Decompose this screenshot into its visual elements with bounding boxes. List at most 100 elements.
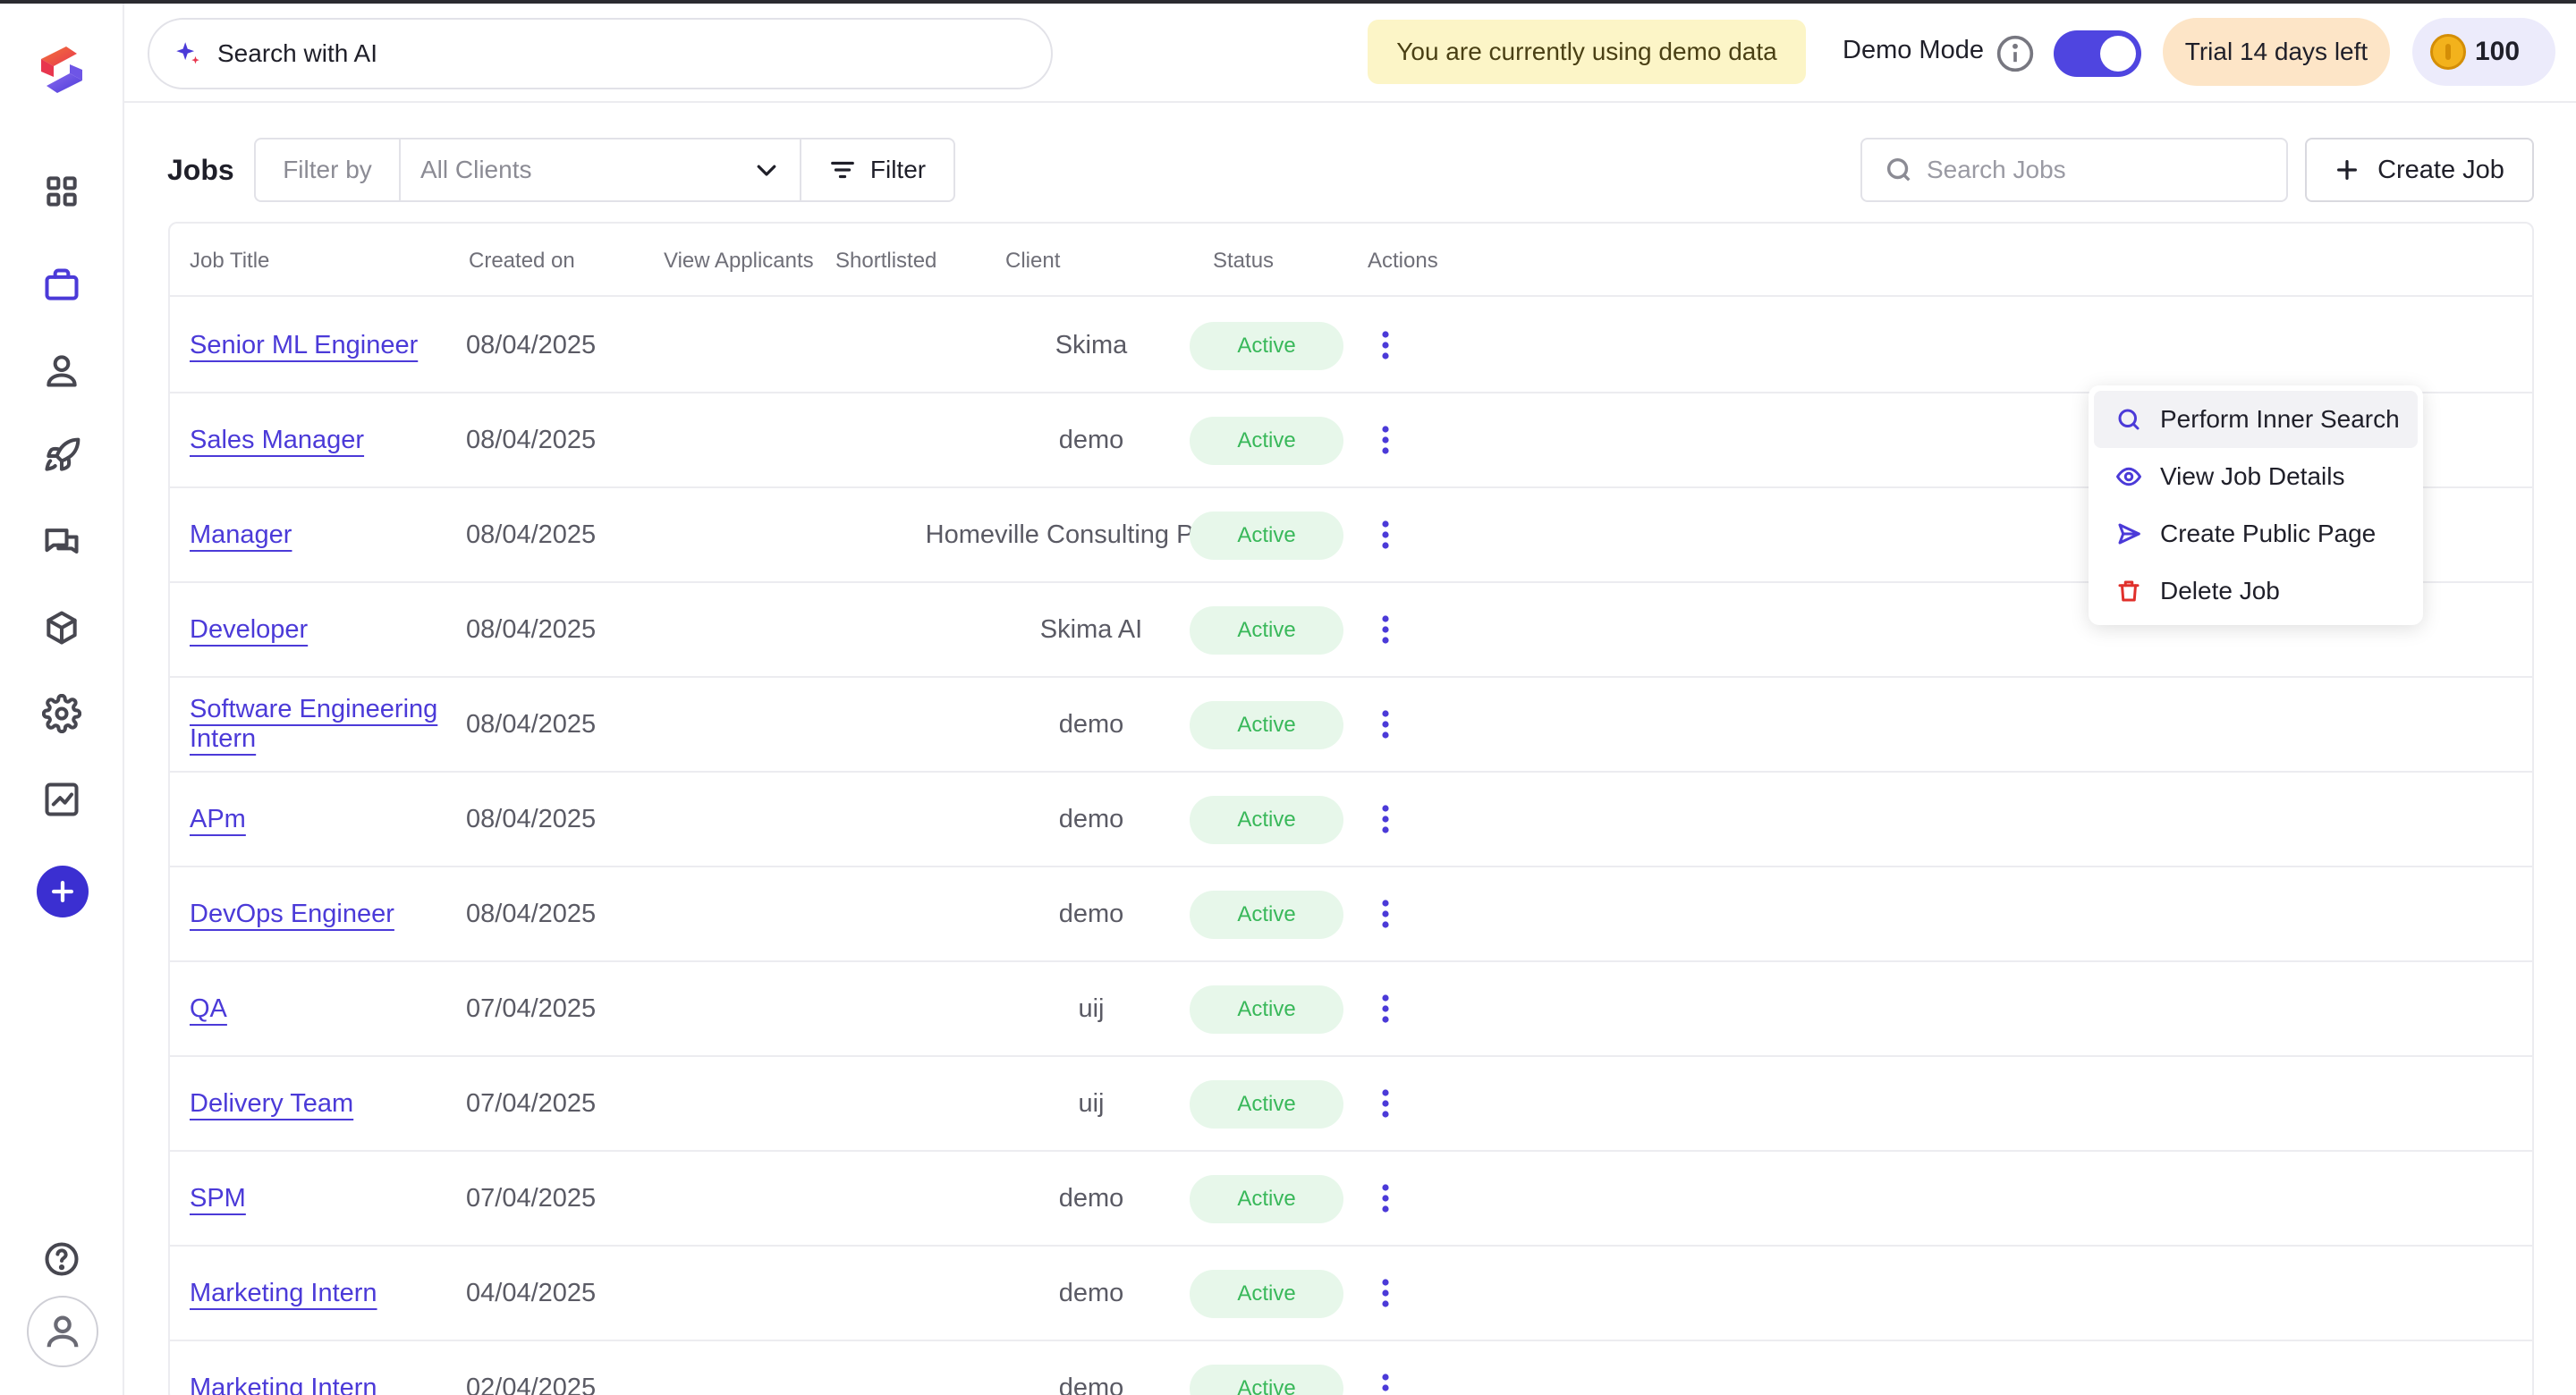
created-on-date: 07/04/2025 bbox=[466, 993, 597, 1023]
job-title-link[interactable]: Delivery Team bbox=[190, 1089, 353, 1119]
analytics-chart-icon[interactable] bbox=[40, 778, 83, 821]
status-badge: Active bbox=[1190, 1080, 1343, 1129]
filter-lines-icon bbox=[831, 161, 854, 179]
menu-item-label: View Job Details bbox=[2160, 462, 2345, 490]
messages-chat-icon[interactable] bbox=[40, 520, 83, 563]
job-title-link[interactable]: Senior ML Engineer bbox=[190, 331, 418, 360]
more-actions-icon[interactable] bbox=[1366, 1368, 1405, 1395]
menu-item-label: Delete Job bbox=[2160, 577, 2280, 604]
job-title-link[interactable]: APm bbox=[190, 805, 246, 834]
eye-icon bbox=[2116, 467, 2141, 486]
status-badge: Active bbox=[1190, 891, 1343, 939]
more-actions-icon[interactable] bbox=[1366, 705, 1405, 744]
more-actions-icon[interactable] bbox=[1366, 799, 1405, 839]
client-name: demo bbox=[1058, 1183, 1124, 1213]
search-icon bbox=[2118, 409, 2140, 430]
rocket-icon[interactable] bbox=[40, 435, 83, 478]
column-header-created-on[interactable]: Created on bbox=[469, 249, 575, 274]
demo-mode-label: Demo Mode bbox=[1843, 36, 1984, 64]
table-row: Marketing Intern 04/04/2025 demo Active bbox=[170, 1247, 2532, 1341]
column-header-shortlisted[interactable]: Shortlisted bbox=[835, 249, 936, 274]
dashboard-grid-icon[interactable] bbox=[40, 170, 83, 213]
add-button[interactable] bbox=[37, 866, 89, 917]
candidates-user-icon[interactable] bbox=[40, 349, 83, 392]
job-title-link[interactable]: Marketing Intern bbox=[190, 1374, 377, 1395]
status-badge: Active bbox=[1190, 701, 1343, 749]
coins-badge[interactable]: 100 bbox=[2412, 18, 2576, 86]
column-header-client[interactable]: Client bbox=[1005, 249, 1060, 274]
create-job-label: Create Job bbox=[2377, 155, 2504, 184]
job-title-link[interactable]: DevOps Engineer bbox=[190, 900, 394, 929]
clients-select[interactable]: All Clients bbox=[401, 140, 801, 200]
search-jobs-input[interactable]: Search Jobs bbox=[1860, 138, 2288, 202]
menu-item-view-job-details[interactable]: View Job Details bbox=[2094, 448, 2418, 505]
more-actions-icon[interactable] bbox=[1366, 515, 1405, 554]
client-name: Skima AI bbox=[1039, 614, 1143, 644]
created-on-date: 02/04/2025 bbox=[466, 1373, 597, 1395]
job-title-link[interactable]: SPM bbox=[190, 1184, 246, 1213]
help-question-icon[interactable] bbox=[40, 1238, 83, 1281]
client-name: demo bbox=[1058, 709, 1124, 739]
more-actions-icon[interactable] bbox=[1366, 1179, 1405, 1218]
filter-button[interactable]: Filter bbox=[801, 140, 953, 200]
client-name: Skima bbox=[1055, 330, 1128, 359]
created-on-date: 07/04/2025 bbox=[466, 1183, 597, 1213]
table-row: Senior ML Engineer 08/04/2025 Skima Active bbox=[170, 299, 2532, 393]
sidebar bbox=[0, 4, 124, 1395]
avatar[interactable] bbox=[27, 1296, 98, 1367]
chevron-down-icon bbox=[757, 165, 776, 176]
jobs-briefcase-icon[interactable] bbox=[40, 264, 83, 307]
more-actions-icon[interactable] bbox=[1366, 894, 1405, 934]
created-on-date: 08/04/2025 bbox=[466, 425, 597, 454]
job-title-link[interactable]: Software Engineering Intern bbox=[190, 695, 458, 754]
more-actions-icon[interactable] bbox=[1366, 610, 1405, 649]
column-header-job-title[interactable]: Job Title bbox=[190, 249, 269, 274]
app-logo[interactable] bbox=[30, 39, 93, 102]
filter-group: Filter by All Clients Filter bbox=[254, 138, 955, 202]
ai-search-input[interactable]: Search with AI bbox=[148, 18, 1053, 89]
client-name: demo bbox=[1058, 1278, 1124, 1307]
job-title-link[interactable]: Marketing Intern bbox=[190, 1279, 377, 1308]
job-title-link[interactable]: Manager bbox=[190, 520, 292, 550]
status-badge: Active bbox=[1190, 796, 1343, 844]
more-actions-icon[interactable] bbox=[1366, 989, 1405, 1028]
menu-item-perform-inner-search[interactable]: Perform Inner Search bbox=[2094, 391, 2418, 448]
job-title-link[interactable]: Sales Manager bbox=[190, 426, 364, 455]
more-actions-icon[interactable] bbox=[1366, 420, 1405, 460]
more-actions-icon[interactable] bbox=[1366, 326, 1405, 365]
menu-item-delete-job[interactable]: Delete Job bbox=[2094, 562, 2418, 620]
table-row: Software Engineering Intern 08/04/2025 dem… bbox=[170, 678, 2532, 773]
demo-mode-toggle[interactable] bbox=[2054, 30, 2141, 77]
client-name: demo bbox=[1058, 804, 1124, 833]
settings-gear-icon[interactable] bbox=[40, 692, 83, 735]
status-badge: Active bbox=[1190, 606, 1343, 655]
cube-icon[interactable] bbox=[40, 606, 83, 649]
table-row: Marketing Intern 02/04/2025 demo Active bbox=[170, 1341, 2532, 1395]
more-actions-icon[interactable] bbox=[1366, 1084, 1405, 1123]
job-title-link[interactable]: QA bbox=[190, 994, 227, 1024]
search-icon bbox=[1886, 157, 1911, 182]
client-name: demo bbox=[1058, 1373, 1124, 1395]
table-row: APm 08/04/2025 demo Active bbox=[170, 773, 2532, 867]
client-name: uij bbox=[1078, 993, 1105, 1023]
job-title-link[interactable]: Developer bbox=[190, 615, 308, 645]
created-on-date: 08/04/2025 bbox=[466, 330, 597, 359]
demo-data-banner: You are currently using demo data bbox=[1368, 20, 1806, 84]
created-on-date: 04/04/2025 bbox=[466, 1278, 597, 1307]
status-badge: Active bbox=[1190, 512, 1343, 560]
column-header-status[interactable]: Status bbox=[1213, 249, 1274, 274]
ai-search-label: Search with AI bbox=[217, 39, 377, 67]
sparkle-icon bbox=[176, 42, 199, 64]
status-badge: Active bbox=[1190, 417, 1343, 465]
info-icon[interactable] bbox=[1996, 34, 2035, 73]
menu-item-label: Create Public Page bbox=[2160, 520, 2377, 547]
menu-item-create-public-page[interactable]: Create Public Page bbox=[2094, 505, 2418, 562]
created-on-date: 08/04/2025 bbox=[466, 804, 597, 833]
column-header-view-applicants[interactable]: View Applicants bbox=[664, 249, 814, 274]
created-on-date: 08/04/2025 bbox=[466, 614, 597, 644]
more-actions-icon[interactable] bbox=[1366, 1273, 1405, 1313]
create-job-button[interactable]: Create Job bbox=[2305, 138, 2534, 202]
job-actions-menu: Perform Inner Search View Job Details Cr… bbox=[2089, 385, 2423, 625]
trial-badge: Trial 14 days left bbox=[2163, 18, 2390, 86]
table-header: Job Title Created on View Applicants Sho… bbox=[170, 224, 2532, 297]
